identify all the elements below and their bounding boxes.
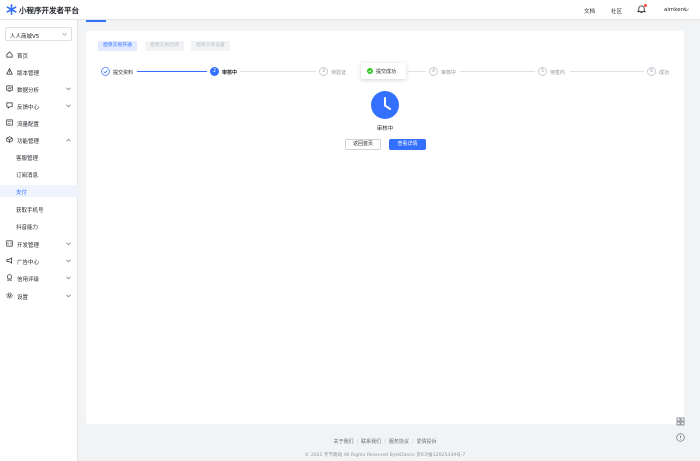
sidebar-subitem-phone[interactable]: 获取手机号 [0,203,78,215]
sidebar-subitem-douyin[interactable]: 抖音能力 [0,220,78,232]
sidebar-subitem-label: 订阅消息 [16,172,39,179]
step-label: 提交资料 [113,69,134,76]
step-index: 5 [538,67,547,76]
back-home-button[interactable]: 返回首页 [345,139,381,150]
app-selector[interactable]: 人人商城V5 [5,27,72,41]
chevron-down-icon [66,276,71,279]
sidebar-item-label: 广告中心 [17,259,40,266]
sidebar-subitem-label: 获取手机号 [16,207,44,214]
chevron-up-icon [66,138,71,141]
main-card [86,31,684,424]
chevron-down-icon [66,259,71,262]
notification-dot [644,4,647,7]
step-label: 待验证 [331,69,347,76]
logo-icon [6,4,17,15]
docs-link[interactable]: 文档 [584,7,595,15]
sidebar-subitem-label: 抖音能力 [16,224,39,231]
sidebar-item-home[interactable]: 首页 [0,49,78,61]
step-connector [408,71,426,72]
footer-separator: | [384,439,386,445]
grid-icon[interactable] [676,417,685,426]
step-label: 待签约 [550,69,566,76]
sidebar-item-credit[interactable]: 信用评级 [0,272,78,284]
sidebar-item-feedback[interactable]: 反馈中心 [0,100,78,112]
feedback-icon [6,102,13,109]
footer-link-about[interactable]: 关于我们 [333,438,353,445]
step-connector [137,71,207,72]
community-link[interactable]: 社区 [611,7,622,15]
top-bar: 小程序开发者平台 文档 社区 aimkent [0,0,700,20]
sidebar-subitem-subscription[interactable]: 订阅消息 [0,168,78,180]
success-toast: 提交成功 [361,63,406,79]
view-details-button[interactable]: 查看详情 [389,139,426,150]
tab-escrow-callback[interactable]: 担保交易回调 [145,41,184,51]
toast-message: 提交成功 [376,69,397,75]
sidebar-item-ads[interactable]: 广告中心 [0,255,78,267]
sidebar-item-settings[interactable]: 设置 [0,290,78,302]
active-tab-indicator [86,20,106,22]
feature-icon [6,136,13,143]
sidebar-subitem-payment[interactable]: 支付 [0,185,78,197]
review-status-label: 审核中 [376,126,394,132]
chevron-down-icon[interactable] [684,8,689,12]
chevron-down-icon [62,33,67,36]
sidebar-item-label: 数据分析 [17,87,40,94]
sidebar-item-label: 功能管理 [17,138,40,145]
step-label: 成功 [659,69,670,76]
footer-separator: | [411,439,414,445]
ad-icon [6,257,13,264]
footer-link-contact[interactable]: 联系我们 [361,438,381,445]
chevron-down-icon [66,294,71,297]
help-icon[interactable] [676,433,685,442]
version-icon [6,68,13,75]
footer-link-complaints[interactable]: 爱情投诉 [417,438,437,445]
step-index: 6 [647,67,656,76]
copyright-text: © 2021 字节跳动 All Rights Reserved ByteDanc… [304,453,466,458]
app-title: 小程序开发者平台 [19,6,79,15]
sidebar-item-traffic[interactable]: 流量配置 [0,117,78,129]
chevron-down-icon [66,87,71,90]
clock-icon [371,91,399,119]
tab-escrow-open[interactable]: 担保交易开通 [98,41,137,51]
chart-icon [6,85,13,92]
step-label: 审核中 [222,69,238,76]
step-index: 3 [319,67,328,76]
sidebar-item-label: 反馈中心 [17,104,40,111]
sidebar-item-version[interactable]: 版本管理 [0,66,78,78]
sidebar-item-label: 流量配置 [17,121,40,128]
sidebar-item-development[interactable]: 开发管理 [0,238,78,250]
dev-icon [6,240,13,247]
step-connector [460,71,535,72]
sidebar: 人人商城V5 首页 版本管理 数据分析 反馈中心 流量配置 功能管理 客服管理 … [0,20,78,461]
sidebar-item-label: 信用评级 [17,276,40,283]
sidebar-item-label: 版本管理 [17,70,40,77]
settings-icon [6,292,13,299]
chevron-down-icon [66,104,71,107]
credit-icon [6,274,13,281]
footer-separator: | [356,439,359,445]
app-selector-label: 人人商城V5 [10,33,40,40]
traffic-icon [6,119,13,126]
step-label: 审核中 [441,69,457,76]
sidebar-subitem-label: 支付 [16,189,28,196]
step-index: 4 [429,67,438,76]
step-done-icon [101,67,110,76]
check-circle-icon [367,68,373,74]
step-index: 2 [210,67,219,76]
step-connector [240,71,316,72]
tab-escrow-settings[interactable]: 担保交易设置 [191,41,230,51]
sidebar-item-analytics[interactable]: 数据分析 [0,83,78,95]
sidebar-subitem-customer-service[interactable]: 客服管理 [0,151,78,163]
sidebar-item-label: 开发管理 [17,242,40,249]
sidebar-item-label: 设置 [17,294,29,301]
sidebar-item-features[interactable]: 功能管理 [0,134,78,146]
footer-links: 关于我们 | 联系我们 | 服务协议 | 爱情投诉 [300,438,470,445]
footer-link-terms[interactable]: 服务协议 [389,438,409,445]
home-icon [6,51,13,58]
sidebar-item-label: 首页 [17,53,29,60]
chevron-down-icon [66,242,71,245]
step-connector [570,71,644,72]
sidebar-subitem-label: 客服管理 [16,155,39,162]
user-name[interactable]: aimkent [664,7,686,13]
